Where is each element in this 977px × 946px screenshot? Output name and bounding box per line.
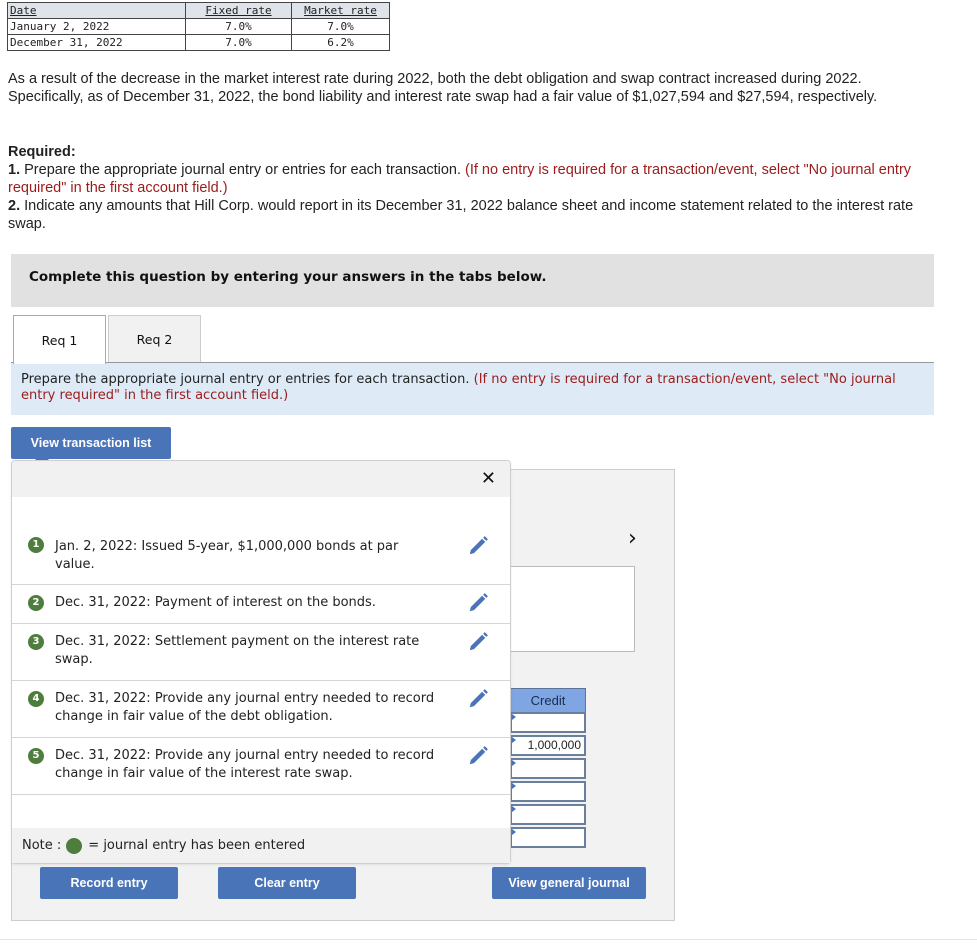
required-heading: Required: [8, 144, 76, 160]
pencil-icon[interactable] [467, 745, 489, 767]
credit-input[interactable]: 1,000,000 [510, 735, 586, 756]
transaction-text: Dec. 31, 2022: Provide any journal entry… [55, 748, 435, 781]
cell-fixed-rate: 7.0% [185, 34, 292, 51]
required-item-2: 2. Indicate any amounts that Hill Corp. … [8, 197, 923, 233]
header-date: Date [7, 2, 186, 19]
credit-column-header: Credit [510, 688, 586, 713]
table-header-row: Date Fixed rate Market rate [7, 2, 390, 19]
required-item-2-text: Indicate any amounts that Hill Corp. wou… [8, 198, 914, 232]
required-section: Required: 1. Prepare the appropriate jou… [8, 143, 923, 233]
intro-paragraph: As a result of the decrease in the marke… [8, 71, 878, 105]
credit-input[interactable] [510, 827, 586, 848]
tab-instructions: Prepare the appropriate journal entry or… [11, 363, 934, 415]
pencil-icon[interactable] [467, 535, 489, 557]
transaction-item-5[interactable]: 5 Dec. 31, 2022: Provide any journal ent… [12, 738, 510, 795]
entered-status-badge: 3 [28, 634, 44, 650]
cell-market-rate: 6.2% [291, 34, 390, 51]
pencil-icon[interactable] [467, 631, 489, 653]
cell-date: December 31, 2022 [7, 34, 186, 51]
transaction-text: Dec. 31, 2022: Settlement payment on the… [55, 634, 420, 667]
entered-status-badge: 1 [28, 537, 44, 553]
cell-date: January 2, 2022 [7, 18, 186, 35]
cell-market-rate: 7.0% [291, 18, 390, 35]
interest-rate-table: Date Fixed rate Market rate January 2, 2… [7, 2, 390, 51]
transaction-text: Dec. 31, 2022: Provide any journal entry… [55, 691, 435, 724]
close-icon[interactable]: ✕ [481, 468, 496, 489]
journal-entry-box [509, 566, 635, 652]
transaction-item-2[interactable]: 2 Dec. 31, 2022: Payment of interest on … [12, 585, 510, 624]
instruction-banner: Complete this question by entering your … [11, 254, 934, 307]
view-transaction-list-label: View transaction list [30, 436, 152, 450]
tab-req-2[interactable]: Req 2 [108, 315, 201, 363]
legend-note: Note : = journal entry has been entered [12, 828, 510, 863]
clear-entry-button[interactable]: Clear entry [218, 867, 356, 899]
required-item-1-num: 1. [8, 162, 21, 178]
tab-instructions-text: Prepare the appropriate journal entry or… [21, 372, 470, 387]
pencil-icon[interactable] [467, 592, 489, 614]
popup-header: ✕ [12, 461, 510, 497]
transaction-text: Dec. 31, 2022: Payment of interest on th… [55, 595, 376, 610]
instruction-banner-text: Complete this question by entering your … [29, 269, 547, 285]
cell-fixed-rate: 7.0% [185, 18, 292, 35]
required-item-1: 1. Prepare the appropriate journal entry… [8, 161, 923, 197]
header-fixed-rate: Fixed rate [185, 2, 292, 19]
table-row: January 2, 2022 7.0% 7.0% [7, 18, 390, 35]
page-divider [0, 939, 977, 940]
entered-dot-icon [66, 837, 83, 854]
entered-status-badge: 5 [28, 748, 44, 764]
tab-req-1[interactable]: Req 1 [13, 315, 106, 364]
view-transaction-list-button[interactable]: View transaction list [11, 427, 171, 465]
credit-input[interactable] [510, 758, 586, 779]
header-market-rate: Market rate [291, 2, 390, 19]
transaction-item-1[interactable]: 1 Jan. 2, 2022: Issued 5-year, $1,000,00… [12, 497, 510, 585]
pencil-icon[interactable] [467, 688, 489, 710]
credit-input[interactable] [510, 781, 586, 802]
transaction-text: Jan. 2, 2022: Issued 5-year, $1,000,000 … [55, 539, 399, 572]
view-general-journal-button[interactable]: View general journal [492, 867, 646, 899]
note-prefix: Note : [22, 838, 62, 853]
record-entry-button[interactable]: Record entry [40, 867, 178, 899]
note-suffix: = journal entry has been entered [88, 838, 306, 853]
entered-status-badge: 4 [28, 691, 44, 707]
transaction-item-4[interactable]: 4 Dec. 31, 2022: Provide any journal ent… [12, 681, 510, 738]
table-row: December 31, 2022 7.0% 6.2% [7, 34, 390, 51]
chevron-right-icon[interactable]: › [628, 528, 637, 550]
credit-input[interactable] [510, 712, 586, 733]
entered-status-badge: 2 [28, 595, 44, 611]
required-item-1-text: Prepare the appropriate journal entry or… [24, 162, 461, 178]
required-item-2-num: 2. [8, 198, 21, 214]
credit-input[interactable] [510, 804, 586, 825]
transaction-item-3[interactable]: 3 Dec. 31, 2022: Settlement payment on t… [12, 624, 510, 681]
transaction-list-popup: ✕ 1 Jan. 2, 2022: Issued 5-year, $1,000,… [11, 460, 511, 864]
